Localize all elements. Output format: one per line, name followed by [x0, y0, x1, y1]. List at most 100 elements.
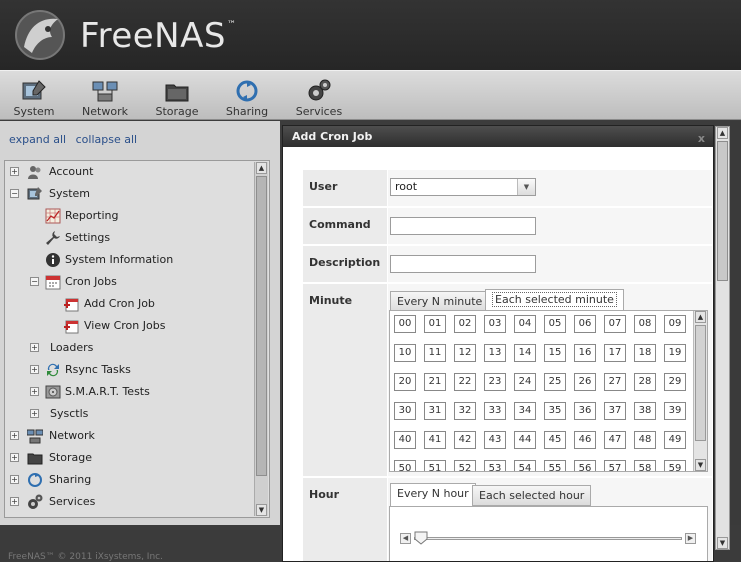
minute-checkbox[interactable]: 38	[634, 402, 656, 420]
expand-toggle-icon[interactable]: +	[10, 475, 19, 484]
minute-checkbox[interactable]: 32	[454, 402, 476, 420]
minute-checkbox[interactable]: 43	[484, 431, 506, 449]
minute-checkbox[interactable]: 47	[604, 431, 626, 449]
expand-toggle-icon[interactable]: +	[30, 365, 39, 374]
toolbar-storage-button[interactable]: Storage	[152, 71, 202, 121]
minute-checkbox[interactable]: 17	[604, 344, 626, 362]
minute-checkbox[interactable]: 11	[424, 344, 446, 362]
expand-toggle-icon[interactable]: +	[30, 387, 39, 396]
minute-checkbox[interactable]: 04	[514, 315, 536, 333]
minute-checkbox[interactable]: 33	[484, 402, 506, 420]
minute-checkbox[interactable]: 59	[664, 460, 686, 471]
tree-item-reporting[interactable]: Reporting	[45, 206, 245, 226]
minute-checkbox[interactable]: 16	[574, 344, 596, 362]
slider-track[interactable]	[414, 537, 682, 540]
scroll-down-icon[interactable]: ▼	[256, 504, 267, 516]
collapse-toggle-icon[interactable]: −	[30, 277, 39, 286]
tree-item-storage[interactable]: + Storage	[9, 448, 249, 468]
chevron-down-icon[interactable]: ▼	[517, 179, 535, 195]
scroll-up-icon[interactable]: ▲	[717, 127, 728, 139]
minute-checkbox[interactable]: 52	[454, 460, 476, 471]
minute-checkbox[interactable]: 53	[484, 460, 506, 471]
minute-checkbox[interactable]: 44	[514, 431, 536, 449]
tree-item-network[interactable]: + Network	[9, 426, 249, 446]
minute-checkbox[interactable]: 03	[484, 315, 506, 333]
minute-checkbox[interactable]: 18	[634, 344, 656, 362]
minute-checkbox[interactable]: 42	[454, 431, 476, 449]
description-input[interactable]	[390, 255, 536, 273]
user-select[interactable]: root ▼	[390, 178, 536, 196]
minute-checkbox[interactable]: 20	[394, 373, 416, 391]
minute-checkbox[interactable]: 07	[604, 315, 626, 333]
expand-toggle-icon[interactable]: +	[10, 453, 19, 462]
tree-item-services[interactable]: + Services	[9, 492, 249, 512]
hour-slider[interactable]: ◀ ▶	[400, 531, 696, 545]
minute-checkbox[interactable]: 22	[454, 373, 476, 391]
minute-checkbox[interactable]: 54	[514, 460, 536, 471]
tab-every-n-minute[interactable]: Every N minute	[390, 291, 490, 312]
minute-checkbox[interactable]: 55	[544, 460, 566, 471]
minute-checkbox[interactable]: 45	[544, 431, 566, 449]
minute-checkbox[interactable]: 14	[514, 344, 536, 362]
toolbar-system-button[interactable]: System	[10, 71, 58, 121]
tree-item-sysctls[interactable]: + Sysctls	[29, 404, 249, 424]
tree-item-cron-jobs[interactable]: − Cron Jobs	[29, 272, 249, 292]
minute-checkbox[interactable]: 46	[574, 431, 596, 449]
minute-checkbox[interactable]: 00	[394, 315, 416, 333]
minute-checkbox[interactable]: 01	[424, 315, 446, 333]
expand-all-link[interactable]: expand all	[9, 133, 66, 146]
tree-item-add-cron-job[interactable]: Add Cron Job	[63, 294, 253, 314]
minute-checkbox[interactable]: 26	[574, 373, 596, 391]
minute-checkbox[interactable]: 37	[604, 402, 626, 420]
toolbar-services-button[interactable]: Services	[294, 71, 344, 121]
minute-checkbox[interactable]: 57	[604, 460, 626, 471]
expand-toggle-icon[interactable]: +	[10, 167, 19, 176]
tree-item-settings[interactable]: Settings	[45, 228, 245, 248]
dialog-title-bar[interactable]: Add Cron Job x	[283, 126, 713, 147]
minute-checkbox[interactable]: 58	[634, 460, 656, 471]
expand-toggle-icon[interactable]: +	[30, 409, 39, 418]
minute-checkbox[interactable]: 23	[484, 373, 506, 391]
minute-scrollbar[interactable]: ▲ ▼	[693, 311, 707, 471]
minute-checkbox[interactable]: 41	[424, 431, 446, 449]
minute-checkbox[interactable]: 56	[574, 460, 596, 471]
tree-item-loaders[interactable]: + Loaders	[29, 338, 249, 358]
minute-checkbox[interactable]: 36	[574, 402, 596, 420]
minute-checkbox[interactable]: 19	[664, 344, 686, 362]
dialog-scrollbar[interactable]: ▲ ▼	[715, 126, 730, 550]
scroll-up-icon[interactable]: ▲	[695, 311, 706, 323]
minute-checkbox[interactable]: 02	[454, 315, 476, 333]
close-icon[interactable]: x	[698, 128, 705, 149]
expand-toggle-icon[interactable]: +	[30, 343, 39, 352]
minute-checkbox[interactable]: 09	[664, 315, 686, 333]
slider-increment-icon[interactable]: ▶	[685, 533, 696, 544]
minute-checkbox[interactable]: 15	[544, 344, 566, 362]
tab-each-selected-hour[interactable]: Each selected hour	[472, 485, 592, 506]
scrollbar-thumb[interactable]	[717, 141, 728, 281]
expand-toggle-icon[interactable]: +	[10, 497, 19, 506]
scroll-up-icon[interactable]: ▲	[256, 162, 267, 174]
minute-checkbox[interactable]: 30	[394, 402, 416, 420]
minute-checkbox[interactable]: 39	[664, 402, 686, 420]
minute-checkbox[interactable]: 34	[514, 402, 536, 420]
scroll-down-icon[interactable]: ▼	[717, 537, 728, 549]
minute-checkbox[interactable]: 08	[634, 315, 656, 333]
minute-checkbox[interactable]: 35	[544, 402, 566, 420]
tree-item-system-information[interactable]: System Information	[45, 250, 245, 270]
minute-checkbox[interactable]: 48	[634, 431, 656, 449]
minute-checkbox[interactable]: 27	[604, 373, 626, 391]
tree-scrollbar[interactable]: ▲ ▼	[254, 162, 268, 516]
minute-checkbox[interactable]: 21	[424, 373, 446, 391]
tree-item-view-cron-jobs[interactable]: View Cron Jobs	[63, 316, 253, 336]
minute-checkbox[interactable]: 10	[394, 344, 416, 362]
minute-checkbox[interactable]: 24	[514, 373, 536, 391]
scroll-down-icon[interactable]: ▼	[695, 459, 706, 471]
minute-checkbox[interactable]: 40	[394, 431, 416, 449]
minute-checkbox[interactable]: 12	[454, 344, 476, 362]
minute-checkbox[interactable]: 51	[424, 460, 446, 471]
scrollbar-thumb[interactable]	[695, 325, 706, 441]
minute-checkbox[interactable]: 49	[664, 431, 686, 449]
minute-checkbox[interactable]: 05	[544, 315, 566, 333]
tree-item-smart-tests[interactable]: + S.M.A.R.T. Tests	[29, 382, 249, 402]
slider-handle-icon[interactable]	[414, 531, 428, 545]
